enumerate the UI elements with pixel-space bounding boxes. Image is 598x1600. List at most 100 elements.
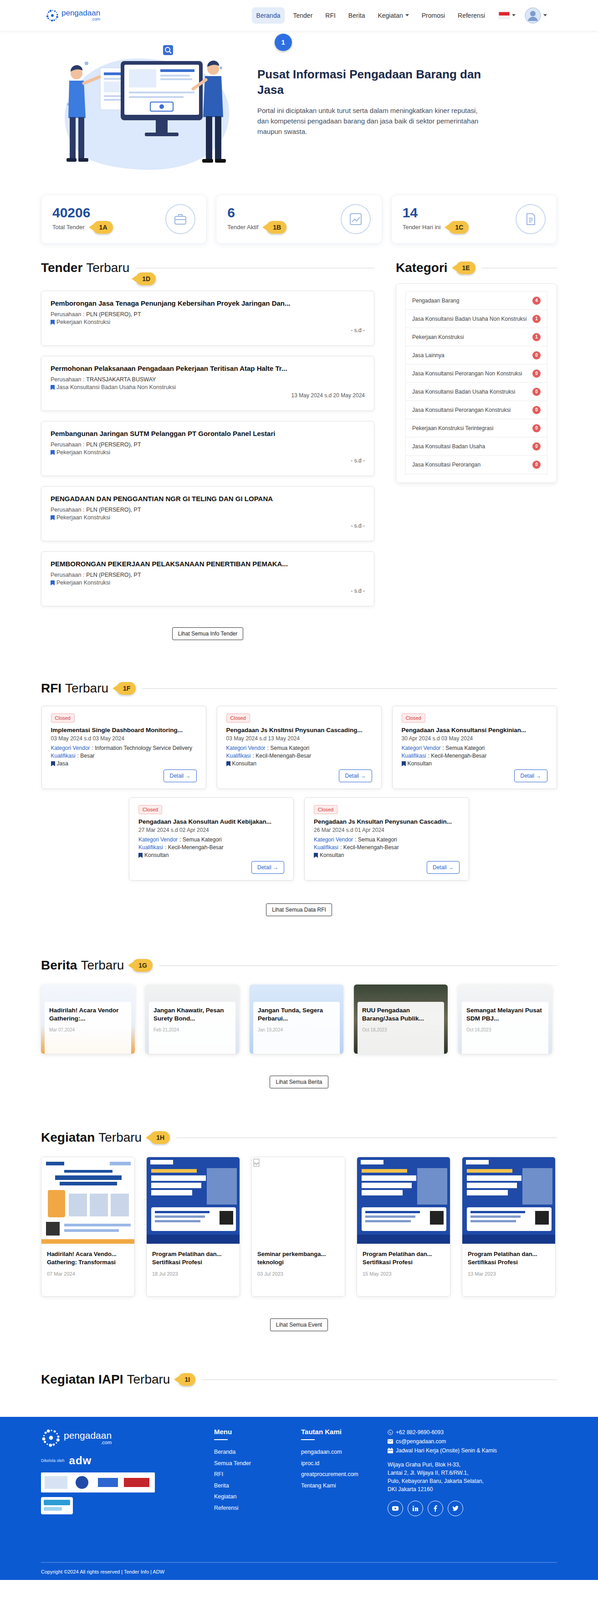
facebook-icon[interactable] (427, 1500, 444, 1516)
footer-link[interactable]: Referensi (214, 1502, 302, 1514)
tender-period: 13 May 2024 s.d 20 May 2024 (50, 392, 365, 399)
nav-label: Referensi (457, 11, 486, 20)
company-label: Perusahaan : (50, 310, 85, 319)
status-badge: Closed (313, 804, 338, 814)
news-card[interactable]: Hadirilah! Acara Vendor Gathering:...Mar… (40, 984, 135, 1054)
twitter-icon[interactable] (447, 1500, 464, 1516)
youtube-icon[interactable] (387, 1500, 404, 1516)
nav-item[interactable]: RFI (320, 7, 341, 24)
footer-link[interactable]: Tentang Kami (301, 1479, 388, 1492)
language-switcher[interactable] (498, 11, 516, 20)
address-line: Pulo, Kebayoran Baru, Jakarta Selatan, (387, 1476, 558, 1485)
category-item[interactable]: Jasa Konsultansi Badan Usaha Non Konstru… (405, 309, 547, 328)
news-card[interactable]: RUU Pengadaan Barang/Jasa Publik...Oct 1… (353, 984, 448, 1054)
main-nav: Beranda1TenderRFIBeritaKegiatanPromosi Re… (251, 7, 547, 24)
rfi-title: Pengadaan Jasa Konsultan Audit Kebijakan… (138, 817, 285, 826)
category-item[interactable]: Jasa Konsultansi Perorangan Konstruksi0 (405, 400, 547, 420)
detail-button[interactable]: Detail → (163, 769, 197, 782)
tender-title: PEMBORONGAN PEKERJAAN PELAKSANAAN PENERT… (50, 559, 365, 568)
category-item[interactable]: Jasa Konsultansi Badan Usaha Konstruksi0 (405, 382, 547, 401)
news-card[interactable]: Jangan Tunda, Segera Perbarui...Jan 19,2… (249, 984, 344, 1054)
category-label: Pengadaan Barang (412, 296, 528, 305)
qualification-value: : Besar (77, 752, 95, 759)
dropdown-caret-icon (405, 14, 409, 17)
view-all-rfi-button[interactable]: Lihat Semua Data RFI (265, 903, 333, 916)
category-label: Jasa Konsultansi Badan Usaha Konstruksi (412, 388, 528, 396)
event-body: Program Pelatihan dan...Sertifikasi Prof… (462, 1243, 556, 1283)
view-all-news-button[interactable]: Lihat Semua Berita (269, 1075, 328, 1089)
news-card[interactable]: Jangan Khawatir, Pesan Surety Bond...Feb… (145, 984, 240, 1054)
event-card[interactable]: Program Pelatihan dan...Sertifikasi Prof… (356, 1156, 451, 1297)
tender-card[interactable]: Permohonan Pelaksanaan Pengadaan Pekerja… (40, 355, 375, 411)
stat-text: 6Tender Aktif1B (227, 204, 287, 234)
news-section: BeritaTerbaru1G Hadirilah! Acara Vendor G… (40, 955, 558, 1089)
footer-link[interactable]: RFI (214, 1468, 302, 1480)
footer-link[interactable]: greatprocurement.com (301, 1468, 388, 1480)
tender-card[interactable]: PENGADAAN DAN PENGGANTIAN NGR GI TELING … (40, 485, 375, 542)
linkedin-icon[interactable] (407, 1500, 424, 1516)
vendor-row: Kategori Vendor: Semua Kategori (313, 835, 460, 844)
news-panel: Jangan Khawatir, Pesan Surety Bond...Feb… (148, 1001, 236, 1054)
rfi-title: Pengadaan Js Knsultan Penysunan Cascadin… (313, 817, 460, 826)
category-count: 0 (532, 460, 541, 469)
nav-item[interactable]: Beranda1 (251, 7, 286, 24)
category-count: 0 (532, 405, 541, 414)
tender-card[interactable]: Pemborongan Jasa Tenaga Penunjang Kebers… (40, 290, 375, 346)
company-name: TRANSJAKARTA BUSWAY (86, 375, 156, 384)
event-card[interactable]: Program Pelatihan dan...Sertifikasi Prof… (146, 1156, 241, 1297)
vendor-label: Kategori Vendor (138, 836, 178, 843)
nav-item[interactable]: Referensi (453, 7, 490, 24)
vendor-value: : Semua Kategori (354, 836, 398, 843)
email-row: cs@pengadaan.com (387, 1436, 558, 1446)
stat-text: 40206Total Tender1A (52, 204, 113, 234)
footer-link[interactable]: Semua Tender (214, 1457, 302, 1469)
event-card[interactable]: Program Pelatihan dan...Sertifikasi Prof… (461, 1156, 556, 1297)
title-rest: Terbaru (80, 957, 124, 972)
footer-link[interactable]: pengadaan.com (301, 1446, 388, 1458)
nav-item[interactable]: Kegiatan (373, 7, 414, 24)
footer-link[interactable]: iproc.id (301, 1457, 388, 1469)
event-list: Hadirilah! Acara Vendo...Gathering: Tran… (40, 1156, 558, 1297)
detail-button[interactable]: Detail → (251, 860, 285, 874)
news-panel: Semangat Melayani Pusat SDM PBJ...Oct 16… (461, 1001, 549, 1054)
event-card[interactable]: Seminar perkembanga...teknologi03 Jul 20… (251, 1156, 346, 1297)
nav-item[interactable]: Promosi (417, 7, 450, 24)
nav-item[interactable]: Tender (288, 7, 317, 24)
section-heading: Kegiatan IAPITerbaru1I (40, 1369, 558, 1389)
category-item[interactable]: Pekerjaan Konstruksi Terintegrasi0 (405, 419, 547, 438)
category-item[interactable]: Jasa Konsultasi Badan Usaha0 (405, 437, 547, 456)
view-all-events-button[interactable]: Lihat Semua Event (270, 1318, 328, 1331)
detail-button[interactable]: Detail → (338, 769, 372, 782)
section-heading: KegiatanTerbaru1H (40, 1128, 558, 1147)
tender-card[interactable]: PEMBORONGAN PEKERJAAN PELAKSANAAN PENERT… (40, 551, 375, 607)
stat-label: Tender Aktif (227, 223, 259, 231)
footer-link[interactable]: Beranda (214, 1446, 302, 1458)
nav-item[interactable]: Berita (343, 7, 370, 24)
event-card[interactable]: Hadirilah! Acara Vendo...Gathering: Tran… (40, 1156, 135, 1297)
section-heading: BeritaTerbaru1G (40, 955, 558, 975)
vendor-row: Kategori Vendor: Semua Kategori (401, 744, 548, 752)
category-count: 0 (532, 442, 541, 451)
site-logo[interactable]: pengadaan.com (45, 8, 101, 23)
tender-title: Pemborongan Jasa Tenaga Penunjang Kebers… (50, 299, 365, 307)
news-title: Hadirilah! Acara Vendor Gathering:... (49, 1006, 127, 1023)
detail-button[interactable]: Detail → (426, 860, 460, 874)
status-badge: Closed (401, 713, 426, 723)
category-item[interactable]: Jasa Lainnya0 (405, 346, 547, 365)
user-menu[interactable] (524, 7, 547, 24)
category-item[interactable]: Pengadaan Barang4 (405, 291, 547, 310)
category-label: Pekerjaan Konstruksi Terintegrasi (412, 424, 528, 432)
tender-card[interactable]: Pembangunan Jaringan SUTM Pelanggan PT G… (40, 420, 375, 476)
detail-button[interactable]: Detail → (514, 769, 547, 782)
category-item[interactable]: Jasa Konsultansi Perorangan Non Konstruk… (405, 364, 547, 383)
vendor-value: : Semua Kategori (267, 744, 310, 752)
category-item[interactable]: Pekerjaan Konstruksi1 (405, 327, 547, 347)
footer-link[interactable]: Berita (214, 1479, 302, 1492)
event-date: 18 Jul 2023 (152, 1270, 235, 1277)
tender-company-row: Perusahaan :PLN (PERSERO), PT (50, 440, 365, 449)
footer-link[interactable]: Kegiatan (214, 1490, 302, 1503)
rfi-type: Jasa (56, 759, 69, 768)
news-card[interactable]: Semangat Melayani Pusat SDM PBJ...Oct 16… (458, 984, 552, 1054)
view-all-tenders-button[interactable]: Lihat Semua Info Tender (172, 627, 244, 640)
category-item[interactable]: Jasa Konsultasi Perorangan0 (405, 455, 547, 474)
